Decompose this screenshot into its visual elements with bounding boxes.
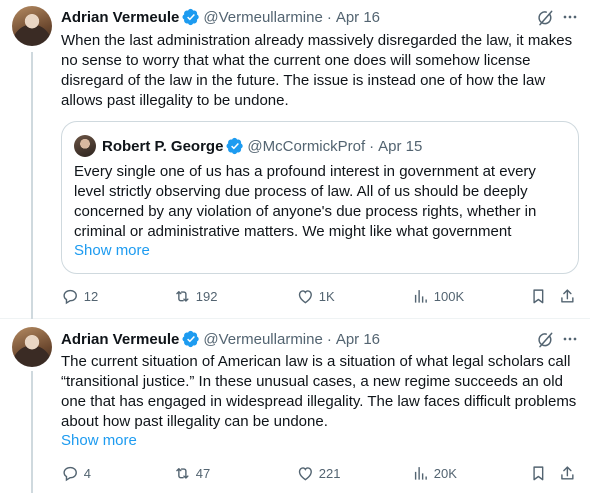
- action-bar: 4 47 221 20K: [61, 464, 579, 484]
- like-button[interactable]: 1K: [296, 287, 335, 306]
- reply-count: 4: [83, 465, 91, 481]
- repost-count: 192: [195, 288, 218, 304]
- quote-text: Every single one of us has a profound in…: [74, 163, 537, 240]
- quoted-tweet[interactable]: Robert P. George @McCormickProf · Apr 15…: [61, 121, 579, 274]
- repost-button[interactable]: 47: [173, 464, 210, 483]
- repost-icon: [173, 464, 192, 483]
- avatar[interactable]: [12, 327, 52, 367]
- views-count: 100K: [433, 288, 465, 304]
- repost-count: 47: [195, 465, 211, 481]
- separator: ·: [326, 330, 332, 348]
- action-bar: 12 192 1K 100K: [61, 287, 579, 307]
- reply-count: 12: [83, 288, 99, 304]
- share-icon[interactable]: [558, 287, 577, 306]
- quote-avatar: [74, 135, 96, 157]
- author-handle[interactable]: @Vermeullarmine: [203, 9, 322, 26]
- tweet-date[interactable]: Apr 16: [336, 9, 380, 26]
- like-count: 221: [318, 465, 341, 481]
- share-icon[interactable]: [558, 464, 577, 483]
- like-button[interactable]: 221: [296, 464, 340, 483]
- tweet-header: Adrian Vermeule @Vermeullarmine · Apr 16: [61, 7, 380, 27]
- tweet-header: Adrian Vermeule @Vermeullarmine · Apr 16: [61, 329, 380, 349]
- like-icon: [296, 287, 315, 306]
- show-more-link[interactable]: Show more: [74, 242, 150, 259]
- author-name[interactable]: Adrian Vermeule: [61, 331, 179, 348]
- like-icon: [296, 464, 315, 483]
- views-icon: [411, 287, 430, 306]
- bookmark-icon[interactable]: [529, 464, 548, 483]
- reply-icon: [61, 464, 80, 483]
- thread-line: [31, 371, 33, 493]
- reply-icon: [61, 287, 80, 306]
- tweet-text: When the last administration already mas…: [61, 32, 573, 109]
- tweet[interactable]: Adrian Vermeule @Vermeullarmine · Apr 16…: [0, 319, 590, 493]
- separator: ·: [369, 137, 375, 155]
- verified-badge-icon: [182, 330, 200, 348]
- separator: ·: [326, 8, 332, 26]
- author-handle[interactable]: @Vermeullarmine: [203, 331, 322, 348]
- quote-header: Robert P. George @McCormickProf · Apr 15: [102, 136, 422, 156]
- verified-badge-icon: [182, 8, 200, 26]
- quote-author-name: Robert P. George: [102, 137, 224, 155]
- views-icon: [411, 464, 430, 483]
- bookmark-icon[interactable]: [529, 287, 548, 306]
- repost-icon: [173, 287, 192, 306]
- views-button[interactable]: 100K: [411, 287, 464, 306]
- more-icon[interactable]: [560, 329, 580, 349]
- quote-date: Apr 15: [378, 137, 423, 155]
- author-name[interactable]: Adrian Vermeule: [61, 9, 179, 26]
- reply-button[interactable]: 4: [61, 464, 91, 483]
- tweet-date[interactable]: Apr 16: [336, 331, 380, 348]
- grok-icon[interactable]: [535, 330, 555, 350]
- verified-badge-icon: [226, 137, 244, 155]
- reply-button[interactable]: 12: [61, 287, 98, 306]
- views-button[interactable]: 20K: [411, 464, 457, 483]
- avatar[interactable]: [12, 6, 52, 46]
- show-more-link[interactable]: Show more: [61, 432, 137, 449]
- quote-author-handle: @McCormickProf: [247, 137, 366, 155]
- tweet-text: The current situation of American law is…: [61, 353, 577, 430]
- repost-button[interactable]: 192: [173, 287, 217, 306]
- like-count: 1K: [318, 288, 335, 304]
- thread-line: [31, 52, 33, 319]
- more-icon[interactable]: [560, 7, 580, 27]
- grok-icon[interactable]: [535, 8, 555, 28]
- tweet[interactable]: Adrian Vermeule @Vermeullarmine · Apr 16…: [0, 0, 590, 319]
- views-count: 20K: [433, 465, 457, 481]
